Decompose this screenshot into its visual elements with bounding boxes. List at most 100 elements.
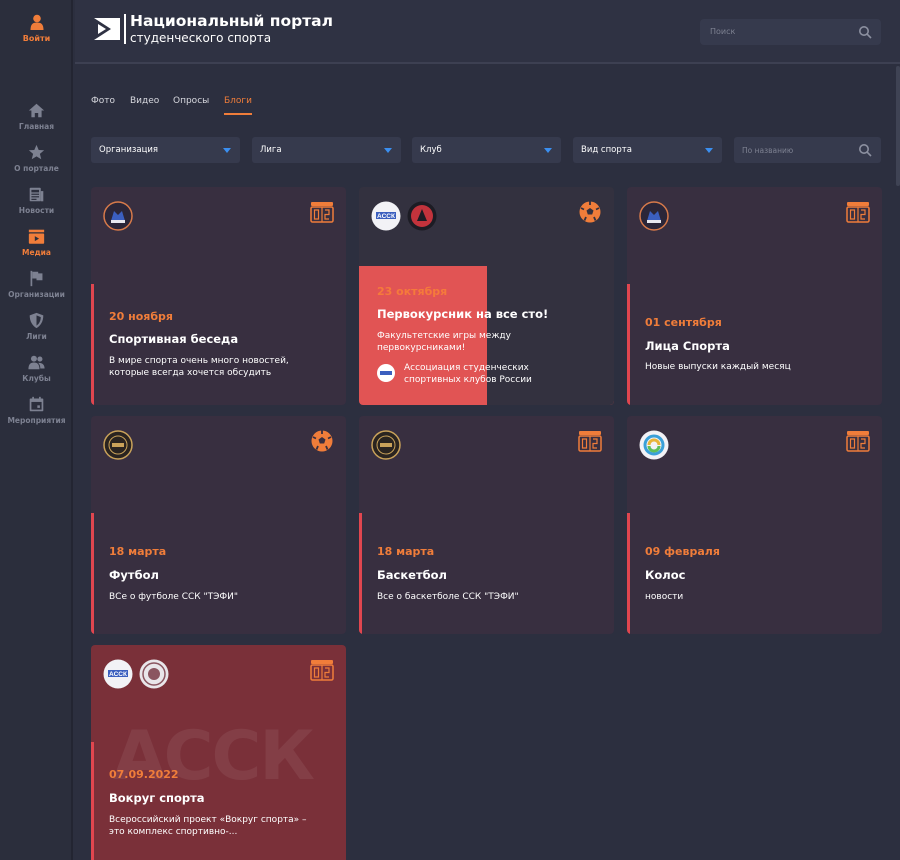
shield-icon xyxy=(29,312,44,329)
card-date: 23 октября xyxy=(377,285,448,298)
sidebar-item-leagues[interactable]: Лиги xyxy=(0,310,73,352)
search-input[interactable]: Поиск xyxy=(700,19,881,45)
card-date: 18 марта xyxy=(109,545,167,558)
header: Национальный портал студенческого спорта… xyxy=(75,0,900,64)
card-title: Футбол xyxy=(109,568,159,582)
league-select-label: Лига xyxy=(260,145,282,155)
scoreboard-icon xyxy=(578,430,602,452)
chevron-down-icon xyxy=(384,148,392,153)
sidebar-item-about[interactable]: О портале xyxy=(0,142,73,184)
svg-text:АССК: АССК xyxy=(377,213,395,220)
sidebar-item-home[interactable]: Главная xyxy=(0,100,73,142)
card-description: ВСе о футболе ССК "ТЭФИ" xyxy=(109,592,239,602)
tab-video[interactable]: Видео xyxy=(130,96,159,106)
search-placeholder: Поиск xyxy=(710,27,736,36)
club-avatar[interactable] xyxy=(103,430,133,460)
portal-logo[interactable] xyxy=(93,14,121,44)
org-avatar xyxy=(377,364,395,382)
flag-logo-icon xyxy=(94,18,120,40)
card-title: Лица Спорта xyxy=(645,339,730,353)
ball-icon xyxy=(310,430,334,452)
chevron-down-icon xyxy=(544,148,552,153)
sidebar-item-label: Лиги xyxy=(26,332,47,341)
club-avatar[interactable] xyxy=(103,201,133,231)
blog-card[interactable]: АССК 23 октября Первокурсник на все сто!… xyxy=(359,187,614,405)
tab-blogs[interactable]: Блоги xyxy=(224,96,253,115)
chevron-down-icon xyxy=(223,148,231,153)
scoreboard-icon xyxy=(310,201,334,223)
assk-logo-icon: АССК xyxy=(103,659,133,689)
assk-logo-icon: АССК xyxy=(371,201,401,231)
card-hover-overlay[interactable]: 23 октября Первокурсник на все сто! Факу… xyxy=(359,266,614,405)
card-title: Первокурсник на все сто! xyxy=(377,307,549,321)
club-avatar[interactable] xyxy=(639,430,669,460)
league-select[interactable]: Лига xyxy=(252,137,401,163)
club-avatar[interactable]: АССК xyxy=(371,201,401,231)
card-description: Всероссийский проект «Вокруг спорта» – э… xyxy=(109,815,307,837)
sidebar: Войти Главная О портале Новости Медиа Ор… xyxy=(0,0,73,860)
name-search-input[interactable]: По названию xyxy=(734,137,881,163)
card-date: 18 марта xyxy=(377,545,435,558)
sidebar-item-label: Клубы xyxy=(22,374,51,383)
sidebar-item-organizations[interactable]: Организации xyxy=(0,268,73,310)
search-icon[interactable] xyxy=(858,25,872,39)
blog-card[interactable]: 18 марта Футбол ВСе о футболе ССК "ТЭФИ" xyxy=(91,416,346,634)
sidebar-item-events[interactable]: Мероприятия xyxy=(0,394,73,436)
kolos-logo-icon xyxy=(639,430,669,460)
sidebar-item-label: Медиа xyxy=(22,248,51,257)
tab-polls[interactable]: Опросы xyxy=(173,96,209,106)
card-description: В мире спорта очень много новостей, кото… xyxy=(109,356,289,378)
sidebar-item-media[interactable]: Медиа xyxy=(0,226,73,268)
name-search-placeholder: По названию xyxy=(742,146,794,155)
club-avatar[interactable] xyxy=(407,201,437,231)
sidebar-nav: Главная О портале Новости Медиа Организа… xyxy=(0,100,73,436)
card-watermark-logo: АССК xyxy=(113,717,315,796)
sidebar-item-news[interactable]: Новости xyxy=(0,184,73,226)
club-avatar[interactable]: АССК xyxy=(103,659,133,689)
page-subtitle: студенческого спорта xyxy=(130,31,272,45)
organization-select[interactable]: Организация xyxy=(91,137,240,163)
scrollbar[interactable] xyxy=(896,66,900,186)
blog-card[interactable]: 18 марта Баскетбол Все о баскетболе ССК … xyxy=(359,416,614,634)
sidebar-item-label: Главная xyxy=(18,122,55,131)
club-avatar[interactable] xyxy=(639,201,669,231)
card-accent xyxy=(627,513,630,634)
login-label: Войти xyxy=(22,34,51,43)
blog-card[interactable]: 09 февраля Колос новости xyxy=(627,416,882,634)
scoreboard-icon xyxy=(310,659,334,681)
media-icon xyxy=(28,229,45,244)
sidebar-item-label: О портале xyxy=(14,164,59,173)
club-select-label: Клуб xyxy=(420,145,442,155)
blog-card[interactable]: 20 ноября Спортивная беседа В мире спорт… xyxy=(91,187,346,405)
blog-card[interactable]: АССК АССК 07.09.2022 Вокруг спорта Всеро… xyxy=(91,645,346,860)
scoreboard-icon xyxy=(846,430,870,452)
sport-select[interactable]: Вид спорта xyxy=(573,137,722,163)
club-select[interactable]: Клуб xyxy=(412,137,561,163)
club-logo-icon xyxy=(407,201,437,231)
card-date: 09 февраля xyxy=(645,545,720,558)
calendar-icon xyxy=(29,396,44,412)
club-avatar[interactable] xyxy=(139,659,169,689)
sidebar-item-label: Новости xyxy=(18,206,55,215)
sidebar-item-label: Мероприятия xyxy=(7,416,66,425)
logo-separator xyxy=(124,14,126,44)
club-avatar[interactable] xyxy=(371,430,401,460)
flag-icon xyxy=(30,270,43,287)
sport-select-label: Вид спорта xyxy=(581,145,632,155)
card-accent xyxy=(91,513,94,634)
star-icon xyxy=(28,144,45,160)
club-logo-icon xyxy=(103,201,133,231)
page-title: Национальный портал xyxy=(130,12,333,30)
newspaper-icon xyxy=(29,187,44,202)
tab-photo[interactable]: Фото xyxy=(91,96,115,106)
card-date: 01 сентября xyxy=(645,316,722,329)
search-icon[interactable] xyxy=(858,143,872,157)
card-organization[interactable]: Ассоциация студенческих спортивных клубо… xyxy=(377,362,597,388)
home-icon xyxy=(28,103,45,118)
club-logo-icon xyxy=(139,659,169,689)
svg-text:АССК: АССК xyxy=(109,671,127,678)
card-description: Все о баскетболе ССК "ТЭФИ" xyxy=(377,592,519,602)
blog-card[interactable]: 01 сентября Лица Спорта Новые выпуски ка… xyxy=(627,187,882,405)
login-button[interactable]: Войти xyxy=(0,14,73,43)
sidebar-item-clubs[interactable]: Клубы xyxy=(0,352,73,394)
